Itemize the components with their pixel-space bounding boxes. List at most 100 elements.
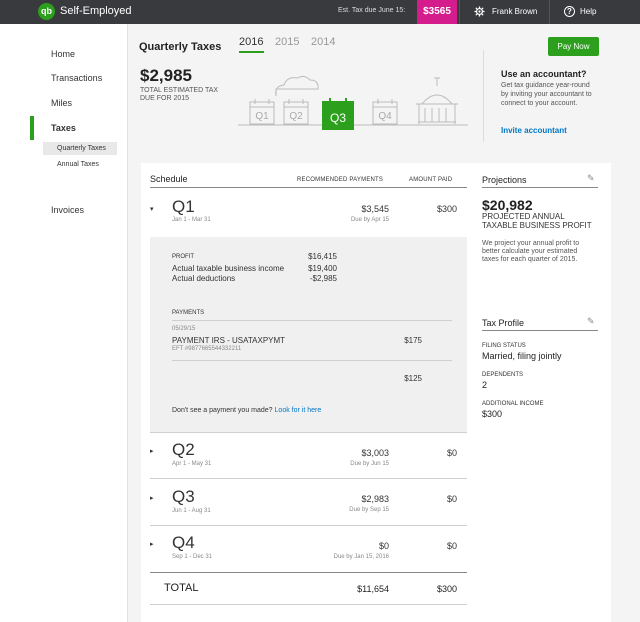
calendar-label: Q1: [255, 111, 269, 122]
sidebar-item-transactions[interactable]: Transactions: [51, 73, 102, 83]
sidebar: [0, 24, 128, 622]
divider: [150, 187, 467, 188]
edit-pencil-icon[interactable]: ✎: [587, 173, 595, 184]
quarter-dates: Sep 1 - Dec 31: [172, 554, 213, 560]
invite-accountant-link[interactable]: Invite accountant: [501, 126, 567, 135]
header-divider: [483, 50, 484, 142]
quarter-dates: Jun 1 - Aug 31: [172, 508, 211, 514]
divider: [150, 525, 467, 526]
quarter-label: Q3: [172, 487, 195, 506]
calendar-label: Q4: [378, 111, 392, 122]
payment-eft: EFT #9877665544332211: [172, 346, 242, 352]
help-label: Help: [580, 7, 597, 16]
quarter-label: Q1: [172, 197, 195, 216]
year-tab-underline: [239, 51, 264, 53]
payment-date: 05/29/15: [172, 326, 196, 332]
payment-name: PAYMENT IRS - USATAXPYMT: [172, 336, 286, 345]
deductions-value: -$2,985: [309, 274, 337, 283]
top-bar: qb Self-Employed Est. Tax due June 15: $…: [0, 0, 640, 24]
user-menu[interactable]: Frank Brown: [474, 6, 537, 17]
divider: [172, 360, 452, 361]
divider: [172, 320, 452, 321]
col-head-recommended: RECOMMENDED PAYMENTS: [297, 177, 384, 183]
projections-title: Projections: [482, 175, 527, 185]
sidebar-item-home[interactable]: Home: [51, 49, 75, 59]
quarter-due: Due by Sep 15: [349, 507, 389, 513]
quickbooks-logo-icon[interactable]: qb: [38, 3, 55, 20]
divider: [482, 330, 598, 331]
accountant-text: Get tax guidance year-round by inviting …: [501, 82, 592, 107]
total-paid: $300: [436, 584, 457, 594]
look-for-it-link[interactable]: Look for it here: [275, 407, 322, 414]
profit-value: $16,415: [308, 252, 337, 261]
quarter-paid: $0: [446, 541, 457, 551]
divider: [150, 572, 467, 573]
sidebar-subitem-annual-taxes[interactable]: Annual Taxes: [57, 161, 99, 168]
sidebar-item-invoices[interactable]: Invoices: [51, 205, 84, 215]
help-icon: ?: [564, 6, 575, 17]
quarter-paid: $300: [436, 204, 457, 214]
tax-due-label: Est. Tax due June 15:: [338, 7, 406, 14]
page-title: Quarterly Taxes: [139, 41, 222, 53]
caret-right-icon[interactable]: ▸: [150, 494, 154, 502]
quarter-paid: $0: [446, 448, 457, 458]
divider: [150, 432, 467, 433]
missing-payment-question: Don't see a payment you made?: [172, 407, 273, 414]
projected-description: We project your annual profit to better …: [482, 240, 580, 263]
quarter-due: Due by Jan 15, 2016: [333, 554, 389, 560]
divider: [482, 187, 598, 188]
total-label: TOTAL: [164, 582, 199, 594]
estimated-tax-amount: $2,985: [140, 66, 192, 85]
sidebar-subitem-quarterly-taxes[interactable]: Quarterly Taxes: [43, 142, 117, 155]
additional-income-label: ADDITIONAL INCOME: [482, 401, 544, 407]
tax-due-amount-badge[interactable]: $3565: [417, 0, 457, 24]
quarter-paid: $0: [446, 494, 457, 504]
bank-building-icon: [416, 77, 458, 124]
quarter-recommended: $2,983: [361, 494, 389, 504]
quarter-recommended: $3,545: [361, 204, 389, 214]
divider: [150, 478, 467, 479]
quarter-recommended: $3,003: [361, 448, 389, 458]
quarter-label: Q2: [172, 440, 195, 459]
pay-now-button[interactable]: Pay Now: [548, 37, 599, 56]
deductions-label: Actual deductions: [172, 274, 236, 283]
profit-label: PROFIT: [172, 254, 194, 260]
col-head-paid: AMOUNT PAID: [409, 177, 453, 183]
filing-status-label: FILING STATUS: [482, 343, 526, 349]
total-recommended: $11,654: [357, 584, 389, 594]
quarter-dates: Jan 1 - Mar 31: [172, 217, 211, 223]
tab-year-2014[interactable]: 2014: [311, 36, 335, 48]
cloud-icon: [275, 75, 319, 97]
help-button[interactable]: ? Help: [564, 6, 596, 17]
quarterly-calendar-illustration: Q1 Q2 Q3 Q4: [238, 75, 468, 130]
sidebar-item-taxes[interactable]: Taxes: [51, 123, 76, 133]
topbar-divider: [549, 0, 550, 24]
projected-amount: $20,982: [482, 197, 533, 213]
topbar-divider: [459, 0, 460, 24]
schedule-title: Schedule: [150, 174, 188, 184]
additional-income-value: $300: [482, 409, 503, 419]
dependents-value: 2: [482, 380, 488, 390]
payment-amount: $175: [404, 336, 422, 345]
payment-amount: $125: [404, 374, 422, 383]
calendar-label: Q2: [289, 111, 303, 122]
gear-icon: [474, 6, 485, 17]
tab-year-2015[interactable]: 2015: [275, 36, 299, 48]
accountant-title: Use an accountant?: [501, 69, 587, 79]
sidebar-item-miles[interactable]: Miles: [51, 98, 72, 108]
quarter-label: Q4: [172, 533, 195, 552]
tax-profile-title: Tax Profile: [482, 318, 525, 328]
filing-status-value: Married, filing jointly: [482, 351, 562, 361]
quarter-dates: Apr 1 - May 31: [172, 461, 212, 467]
payments-label: PAYMENTS: [172, 310, 205, 316]
caret-down-icon[interactable]: ▾: [150, 205, 154, 213]
caret-right-icon[interactable]: ▸: [150, 540, 154, 548]
dependents-label: DEPENDENTS: [482, 372, 524, 378]
quarter-due: Due by Jun 15: [350, 461, 389, 467]
caret-right-icon[interactable]: ▸: [150, 447, 154, 455]
tab-year-2016[interactable]: 2016: [239, 36, 263, 48]
nav-active-indicator: [30, 116, 34, 140]
edit-pencil-icon[interactable]: ✎: [587, 316, 595, 327]
calendar-label-current: Q3: [330, 111, 346, 125]
app-title: Self-Employed: [60, 5, 132, 17]
